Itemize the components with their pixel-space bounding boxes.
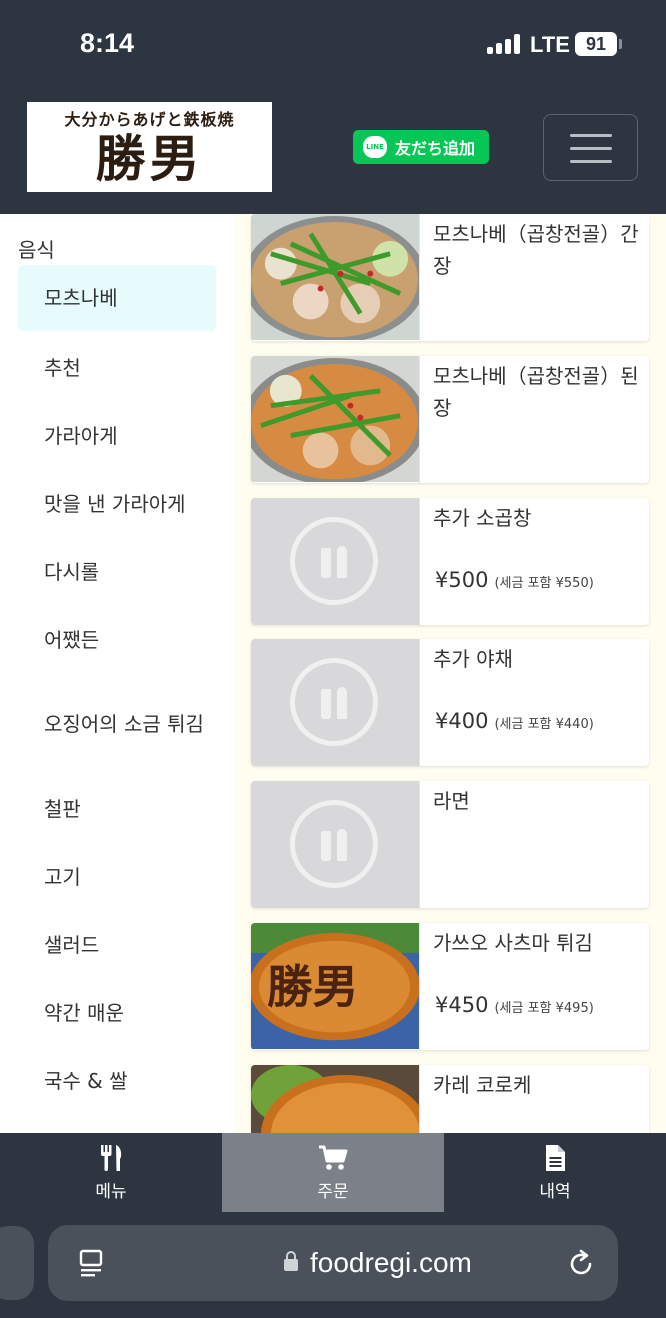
category-item[interactable]: 샐러드 [18, 912, 216, 978]
browser-bar: foodregi.com [0, 1212, 666, 1318]
reader-mode-icon[interactable] [78, 1249, 104, 1279]
menu-item-name: 모츠나베（곱창전골）간장 [433, 222, 639, 278]
network-label: LTE [530, 32, 570, 57]
category-item[interactable]: 오징어의 소금 튀김 [18, 691, 208, 757]
fried-cutlet-image: 勝男 [251, 923, 419, 1050]
category-item[interactable]: 어쨌든 [18, 607, 216, 673]
hamburger-menu-button[interactable] [543, 114, 638, 181]
nav-menu[interactable]: 메뉴 [0, 1133, 222, 1212]
food-image-placeholder [251, 498, 420, 625]
address-bar[interactable]: foodregi.com [48, 1225, 618, 1301]
restaurant-logo[interactable]: 大分からあげと鉄板焼 勝男 [27, 102, 272, 192]
menu-item-name: 모츠나베（곱창전골）된장 [433, 364, 639, 420]
food-image-placeholder [251, 639, 420, 766]
menu-item-card[interactable]: 勝男 가쓰오 사츠마 튀김 ¥450 (세금 포함 ¥495) [251, 923, 649, 1050]
lock-icon [284, 1251, 298, 1271]
food-image [251, 214, 420, 341]
menu-item-card[interactable]: 라면 [251, 781, 649, 908]
line-icon: LINE [363, 136, 387, 158]
menu-item-name: 라면 [433, 789, 470, 813]
food-image: 勝男 [251, 923, 420, 1050]
reload-icon[interactable] [566, 1249, 596, 1279]
menu-item-price: ¥500 (세금 포함 ¥550) [435, 568, 594, 592]
site-header: 大分からあげと鉄板焼 勝男 LINE 友だち追加 [0, 90, 666, 214]
category-item[interactable]: 맛을 낸 가라아게 [18, 471, 216, 537]
nav-menu-label: 메뉴 [95, 1182, 127, 1202]
status-time: 8:14 [80, 28, 135, 58]
hamburger-icon-line [570, 160, 612, 163]
line-add-friend-button[interactable]: LINE 友だち追加 [353, 130, 489, 164]
price-tax: (세금 포함 ¥550) [494, 576, 594, 591]
fork-knife-icon [290, 658, 378, 746]
battery-tip [619, 39, 622, 49]
battery-icon: 91 [575, 32, 617, 56]
menu-item-card[interactable]: 카레 코로케 [251, 1065, 649, 1133]
menu-item-name: 카레 코로케 [433, 1073, 532, 1097]
menu-item-name: 추가 소곱창 [433, 506, 532, 530]
motsunabe-image [251, 214, 419, 341]
category-header: 음식 [18, 238, 55, 262]
category-item[interactable]: 고기 [18, 844, 216, 910]
menu-content: 음식 모츠나베 추천 가라아게 맛을 낸 가라아게 다시롤 어쨌든 오징어의 소… [0, 214, 666, 1133]
menu-item-price: ¥400 (세금 포함 ¥440) [435, 709, 594, 733]
svg-text:勝男: 勝男 [267, 960, 358, 1014]
food-image [251, 1065, 420, 1133]
price-tax: (세금 포함 ¥495) [494, 1001, 594, 1016]
category-item[interactable]: 다시롤 [18, 539, 216, 605]
fork-knife-icon [290, 517, 378, 605]
line-button-label: 友だち追加 [395, 139, 476, 158]
cart-icon [319, 1145, 348, 1170]
menu-item-card[interactable]: 추가 야채 ¥400 (세금 포함 ¥440) [251, 639, 649, 766]
category-item[interactable]: 약간 매운 [18, 980, 216, 1046]
bottom-navigation: 메뉴 주문 내역 [0, 1133, 666, 1212]
menu-item-name: 추가 야채 [433, 647, 513, 671]
price-value: ¥400 [435, 709, 489, 733]
signal-icon [487, 34, 521, 54]
category-sidebar: 음식 모츠나베 추천 가라아게 맛을 낸 가라아게 다시롤 어쨌든 오징어의 소… [0, 214, 235, 1133]
document-icon [546, 1145, 565, 1171]
fork-knife-icon [290, 800, 378, 888]
url-text: foodregi.com [310, 1247, 472, 1278]
price-tax: (세금 포함 ¥440) [494, 717, 594, 732]
hamburger-icon [570, 134, 612, 137]
food-image [251, 356, 420, 483]
menu-item-name: 가쓰오 사츠마 튀김 [433, 931, 593, 955]
category-item[interactable]: 모츠나베 [18, 265, 216, 331]
price-value: ¥500 [435, 568, 489, 592]
food-image-placeholder [251, 781, 420, 908]
menu-item-card[interactable]: 추가 소곱창 ¥500 (세금 포함 ¥550) [251, 498, 649, 625]
category-item[interactable]: 국수 & 쌀 [18, 1048, 216, 1114]
previous-tab[interactable] [0, 1226, 34, 1300]
logo-subtitle: 大分からあげと鉄板焼 [64, 110, 235, 129]
nav-order-label: 주문 [317, 1182, 349, 1202]
menu-item-card[interactable]: 모츠나베（곱창전골）된장 [251, 356, 649, 483]
menu-item-price: ¥450 (세금 포함 ¥495) [435, 993, 594, 1017]
curry-croquette-image [251, 1065, 419, 1133]
fork-knife-icon [101, 1145, 122, 1171]
logo-title: 勝男 [95, 129, 204, 188]
status-bar: 8:14 LTE 91 [0, 0, 666, 90]
category-item[interactable]: 철판 [18, 776, 216, 842]
nav-history-label: 내역 [539, 1182, 571, 1202]
nav-history[interactable]: 내역 [444, 1133, 666, 1212]
nav-order[interactable]: 주문 [222, 1133, 444, 1212]
price-value: ¥450 [435, 993, 489, 1017]
hamburger-icon-line [570, 147, 612, 150]
motsunabe-image [251, 356, 419, 483]
category-item[interactable]: 추천 [18, 335, 216, 401]
menu-item-card[interactable]: 모츠나베（곱창전골）간장 [251, 214, 649, 341]
category-item[interactable]: 가라아게 [18, 403, 216, 469]
